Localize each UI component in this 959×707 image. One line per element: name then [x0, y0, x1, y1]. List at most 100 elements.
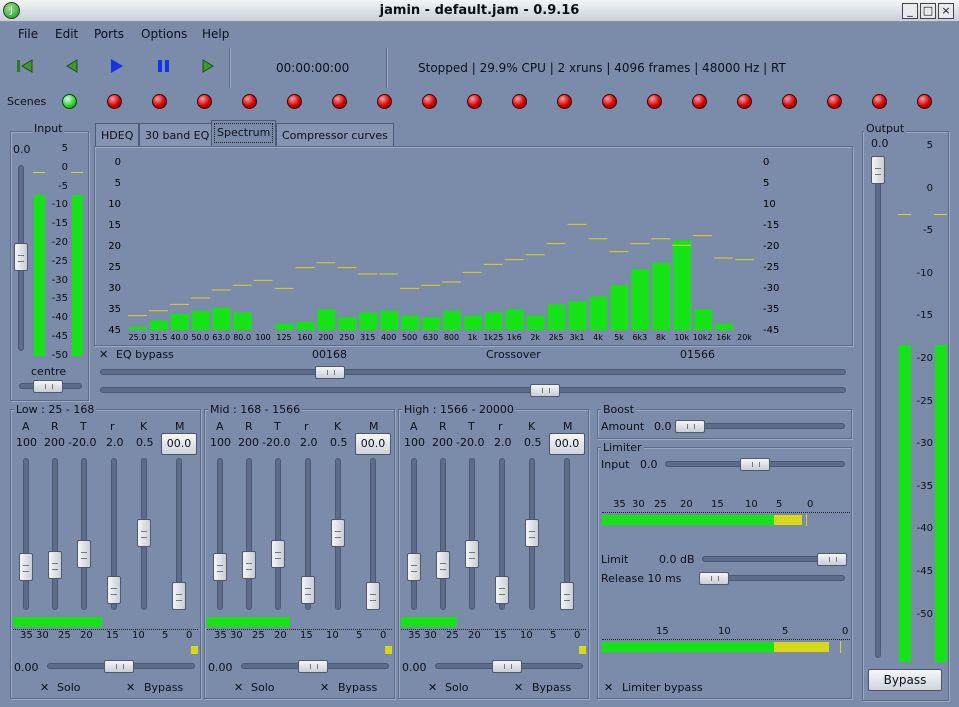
pause-button[interactable] — [151, 57, 175, 77]
scene-button-2[interactable] — [107, 94, 122, 109]
band-level-indicator — [579, 646, 586, 654]
scene-button-11[interactable] — [512, 94, 527, 109]
band-slider-R[interactable] — [52, 458, 58, 610]
scene-button-4[interactable] — [197, 94, 212, 109]
scene-button-8[interactable] — [377, 94, 392, 109]
band-slider-A[interactable] — [217, 458, 223, 610]
band-gain-handle[interactable] — [298, 660, 328, 673]
output-gain-handle[interactable] — [871, 156, 885, 184]
band-slider-handle-M[interactable] — [366, 582, 380, 610]
band-slider-handle-K[interactable] — [331, 519, 345, 547]
scene-button-3[interactable] — [152, 94, 167, 109]
limiter-scale-tick: 25 — [654, 499, 667, 510]
menu-edit[interactable]: Edit — [55, 27, 78, 41]
scene-button-10[interactable] — [467, 94, 482, 109]
crossover-low-slider[interactable] — [100, 369, 846, 375]
band-gain-handle[interactable] — [492, 660, 522, 673]
scene-button-15[interactable] — [692, 94, 707, 109]
makeup-gain-field[interactable]: 00.0 — [355, 433, 391, 455]
band-slider-handle-M[interactable] — [560, 582, 574, 610]
crossover-high-slider[interactable] — [100, 387, 846, 393]
band-slider-handle-T[interactable] — [465, 540, 479, 568]
close-button[interactable]: × — [938, 3, 954, 19]
band-slider-handle-r[interactable] — [107, 576, 121, 604]
scene-button-14[interactable] — [647, 94, 662, 109]
limiter-bypass-check-icon[interactable]: ✕ — [604, 681, 613, 694]
band-slider-handle-T[interactable] — [271, 540, 285, 568]
band-slider-A[interactable] — [411, 458, 417, 610]
scene-button-20[interactable] — [917, 94, 932, 109]
tab-compressor-curves[interactable]: Compressor curves — [276, 123, 394, 146]
tab-hdeq[interactable]: HDEQ — [95, 123, 140, 146]
solo-check-icon[interactable]: ✕ — [234, 681, 243, 694]
tab-30-band-eq[interactable]: 30 band EQ — [139, 123, 216, 146]
rewind-to-start-button[interactable] — [14, 57, 38, 77]
menu-options[interactable]: Options — [141, 27, 187, 41]
scene-button-16[interactable] — [737, 94, 752, 109]
rewind-button[interactable] — [60, 57, 84, 77]
maximize-button[interactable]: □ — [920, 3, 936, 19]
solo-check-icon[interactable]: ✕ — [428, 681, 437, 694]
band-slider-handle-K[interactable] — [525, 519, 539, 547]
menu-help[interactable]: Help — [202, 27, 229, 41]
scene-button-1[interactable] — [62, 94, 77, 109]
boost-amount-handle[interactable] — [675, 420, 705, 433]
makeup-gain-field[interactable]: 00.0 — [549, 433, 585, 455]
band-slider-R[interactable] — [246, 458, 252, 610]
menu-ports[interactable]: Ports — [94, 27, 124, 41]
band-slider-handle-R[interactable] — [242, 551, 256, 579]
bypass-check-icon[interactable]: ✕ — [320, 681, 329, 694]
makeup-gain-field[interactable]: 00.0 — [161, 433, 197, 455]
band-header-R: R — [439, 420, 447, 433]
spectrum-left-tick: 30 — [108, 283, 121, 294]
band-slider-handle-M[interactable] — [172, 582, 186, 610]
bypass-check-icon[interactable]: ✕ — [514, 681, 523, 694]
menu-file[interactable]: File — [18, 27, 38, 41]
crossover-high-handle[interactable] — [529, 384, 560, 397]
scene-button-18[interactable] — [827, 94, 842, 109]
band-slider-handle-r[interactable] — [495, 576, 509, 604]
spectrum-bar-10k — [673, 240, 692, 330]
band-slider-R[interactable] — [440, 458, 446, 610]
solo-check-icon[interactable]: ✕ — [40, 681, 49, 694]
output-gain-slider[interactable] — [875, 158, 881, 658]
band-slider-A[interactable] — [23, 458, 29, 610]
scene-button-12[interactable] — [557, 94, 572, 109]
play-button[interactable] — [104, 57, 128, 77]
scene-button-17[interactable] — [782, 94, 797, 109]
band-slider-handle-A[interactable] — [407, 553, 421, 581]
band-slider-T[interactable] — [275, 458, 281, 610]
bypass-check-icon[interactable]: ✕ — [126, 681, 135, 694]
band-slider-handle-K[interactable] — [137, 519, 151, 547]
crossover-low-handle[interactable] — [314, 366, 345, 379]
input-gain-handle[interactable] — [14, 243, 28, 271]
scene-button-13[interactable] — [602, 94, 617, 109]
solo-label: Solo — [57, 681, 81, 694]
band-slider-handle-A[interactable] — [19, 553, 33, 581]
minimize-button[interactable]: _ — [902, 3, 918, 19]
band-slider-T[interactable] — [81, 458, 87, 610]
limit-handle[interactable] — [817, 553, 847, 566]
eq-bypass-check-icon[interactable]: ✕ — [99, 348, 108, 361]
band-slider-handle-r[interactable] — [301, 576, 315, 604]
scene-button-6[interactable] — [287, 94, 302, 109]
forward-button[interactable] — [196, 57, 220, 77]
scene-button-9[interactable] — [422, 94, 437, 109]
band-slider-handle-T[interactable] — [77, 540, 91, 568]
band-header-K: K — [528, 420, 536, 433]
band-slider-T[interactable] — [469, 458, 475, 610]
limiter-input-handle[interactable] — [740, 458, 770, 471]
output-peak-right — [934, 214, 947, 215]
tab-spectrum[interactable]: Spectrum — [211, 120, 277, 146]
band-slider-handle-A[interactable] — [213, 553, 227, 581]
scene-button-19[interactable] — [872, 94, 887, 109]
output-bypass-button[interactable]: Bypass — [868, 669, 942, 691]
release-handle[interactable] — [699, 572, 729, 585]
scene-button-7[interactable] — [332, 94, 347, 109]
band-slider-handle-R[interactable] — [48, 551, 62, 579]
input-pan-handle[interactable] — [33, 380, 63, 393]
band-header-A: A — [216, 420, 224, 433]
scene-button-5[interactable] — [242, 94, 257, 109]
band-gain-handle[interactable] — [104, 660, 134, 673]
band-slider-handle-R[interactable] — [436, 551, 450, 579]
